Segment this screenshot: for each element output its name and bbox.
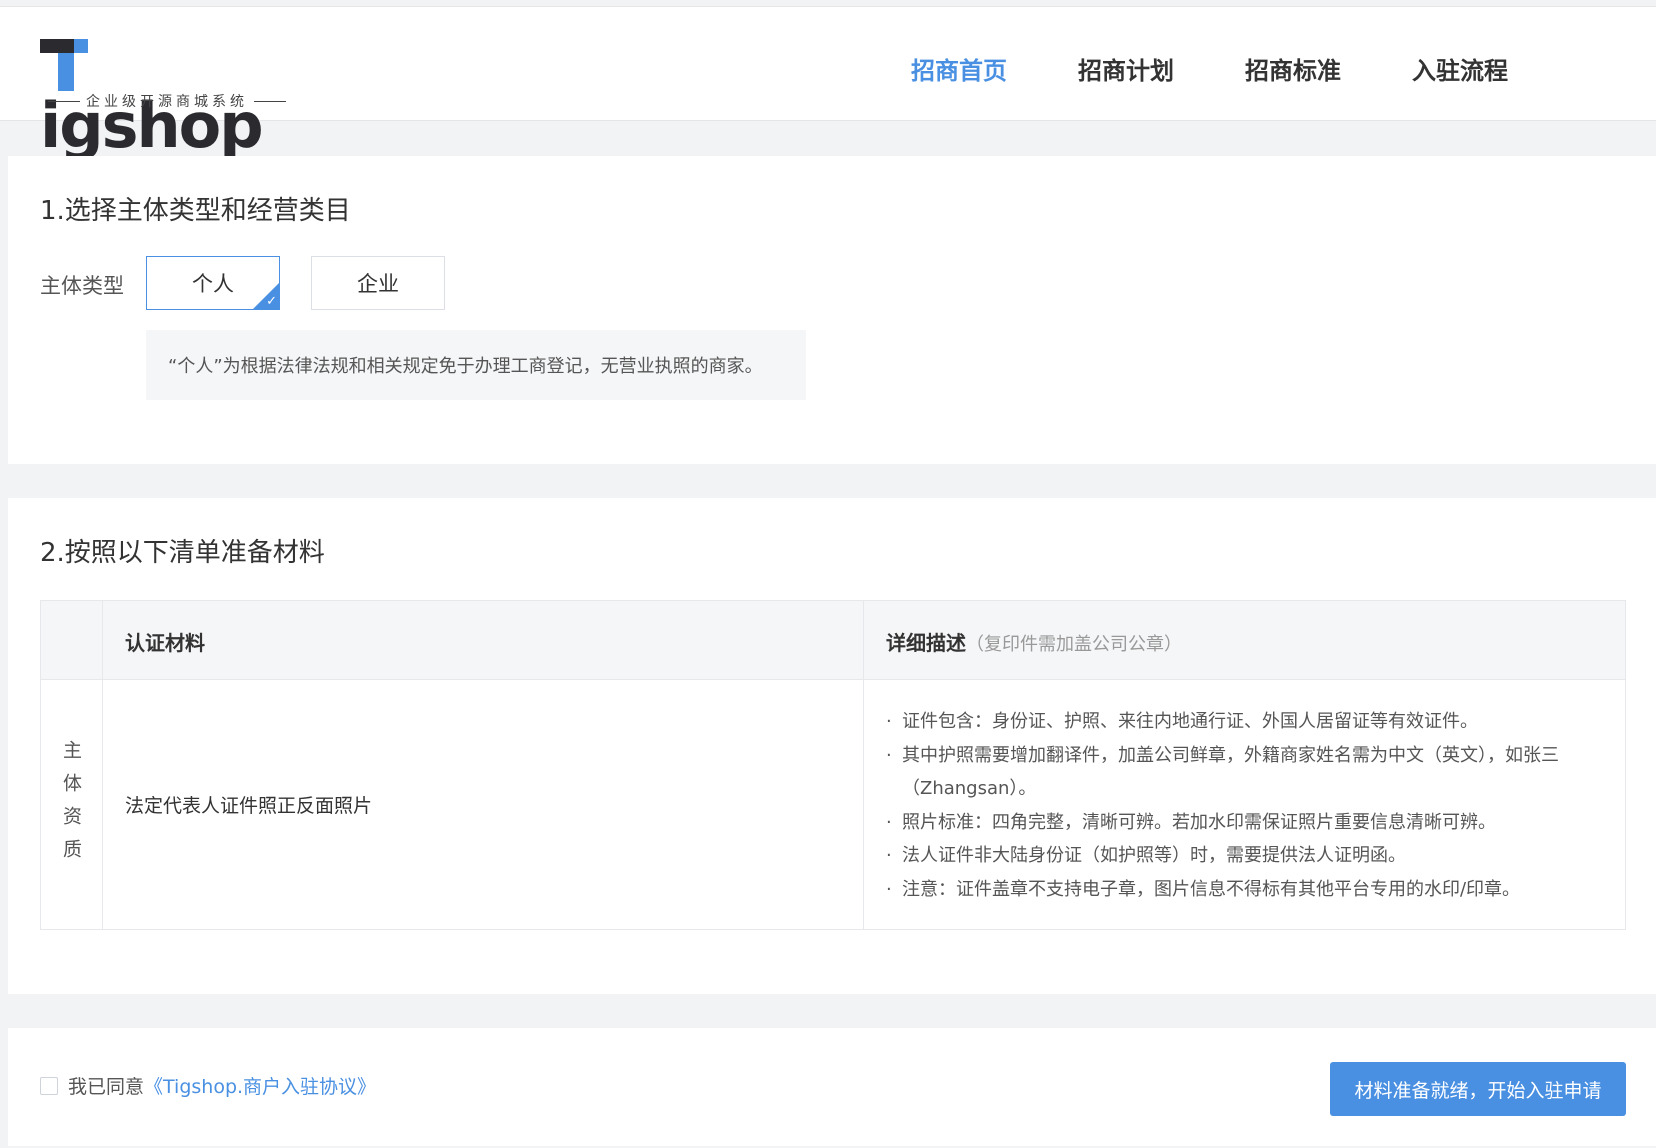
- logo-tagline-text: 企业级开源商城系统: [86, 94, 248, 110]
- top-header: igshop 企业级开源商城系统 招商首页 招商计划 招商标准 入驻流程: [0, 6, 1656, 161]
- logo-tagline: 企业级开源商城系统: [48, 91, 288, 111]
- company-option-label: 企业: [357, 272, 399, 296]
- description-item: 证件包含：身份证、护照、来往内地通行证、外国人居留证等有效证件。: [886, 705, 1606, 739]
- materials-table: 认证材料 详细描述（复印件需加盖公司公章） 主体资质 法定代表人证件照正反面照片…: [40, 600, 1626, 930]
- subject-type-hint: “个人”为根据法律法规和相关规定免于办理工商登记，无营业执照的商家。: [146, 330, 806, 400]
- header-material: 认证材料: [125, 631, 205, 655]
- step2-panel: 2.按照以下清单准备材料 认证材料 详细描述（复印件需加盖公司公章） 主体资质 …: [8, 498, 1656, 994]
- table-row-category: 主体资质: [41, 681, 102, 930]
- subject-type-company-option[interactable]: 企业: [311, 256, 445, 310]
- step2-title: 2.按照以下清单准备材料: [40, 538, 325, 568]
- subject-type-personal-option[interactable]: 个人 ✓: [146, 256, 280, 310]
- step1-panel: 1.选择主体类型和经营类目 主体类型 个人 ✓ 企业 “个人”为根据法律法规和相…: [8, 156, 1656, 464]
- nav-item-plan[interactable]: 招商计划: [1078, 51, 1174, 86]
- nav-item-home[interactable]: 招商首页: [911, 51, 1007, 86]
- description-list: 证件包含：身份证、护照、来往内地通行证、外国人居留证等有效证件。 其中护照需要增…: [886, 705, 1606, 906]
- column-divider: [863, 601, 864, 929]
- agreement-link[interactable]: 《Tigshop.商户入驻协议》: [144, 1072, 376, 1099]
- header-description-label: 详细描述: [886, 631, 966, 655]
- agreement-row: 我已同意 《Tigshop.商户入驻协议》: [40, 1072, 376, 1099]
- description-item: 照片标准：四角完整，清晰可辨。若加水印需保证照片重要信息清晰可辨。: [886, 806, 1606, 840]
- description-item: 注意：证件盖章不支持电子章，图片信息不得标有其他平台专用的水印/印章。: [886, 873, 1606, 907]
- description-item: 法人证件非大陆身份证（如护照等）时，需要提供法人证明函。: [886, 839, 1606, 873]
- step1-title: 1.选择主体类型和经营类目: [40, 196, 351, 226]
- header-description: 详细描述（复印件需加盖公司公章）: [886, 627, 1182, 656]
- agreement-panel: 我已同意 《Tigshop.商户入驻协议》 材料准备就绪，开始入驻申请: [8, 1028, 1656, 1146]
- table-header: [41, 601, 1625, 680]
- subject-type-label: 主体类型: [40, 274, 124, 298]
- start-application-button[interactable]: 材料准备就绪，开始入驻申请: [1330, 1062, 1626, 1116]
- header-description-note: （复印件需加盖公司公章）: [966, 634, 1182, 655]
- personal-option-label: 个人: [192, 272, 234, 296]
- check-icon: ✓: [266, 294, 277, 309]
- column-divider: [102, 601, 103, 929]
- tigshop-logo[interactable]: igshop 企业级开源商城系统: [40, 21, 300, 161]
- nav-item-standard[interactable]: 招商标准: [1245, 51, 1341, 86]
- agreement-prefix: 我已同意: [68, 1076, 145, 1098]
- nav-item-process[interactable]: 入驻流程: [1412, 51, 1508, 86]
- agreement-checkbox[interactable]: [40, 1076, 58, 1095]
- category-cell: 主体资质: [60, 739, 82, 872]
- material-cell: 法定代表人证件照正反面照片: [125, 795, 373, 817]
- description-item: 其中护照需要增加翻译件，加盖公司鲜章，外籍商家姓名需为中文（英文），如张三（Zh…: [886, 739, 1606, 806]
